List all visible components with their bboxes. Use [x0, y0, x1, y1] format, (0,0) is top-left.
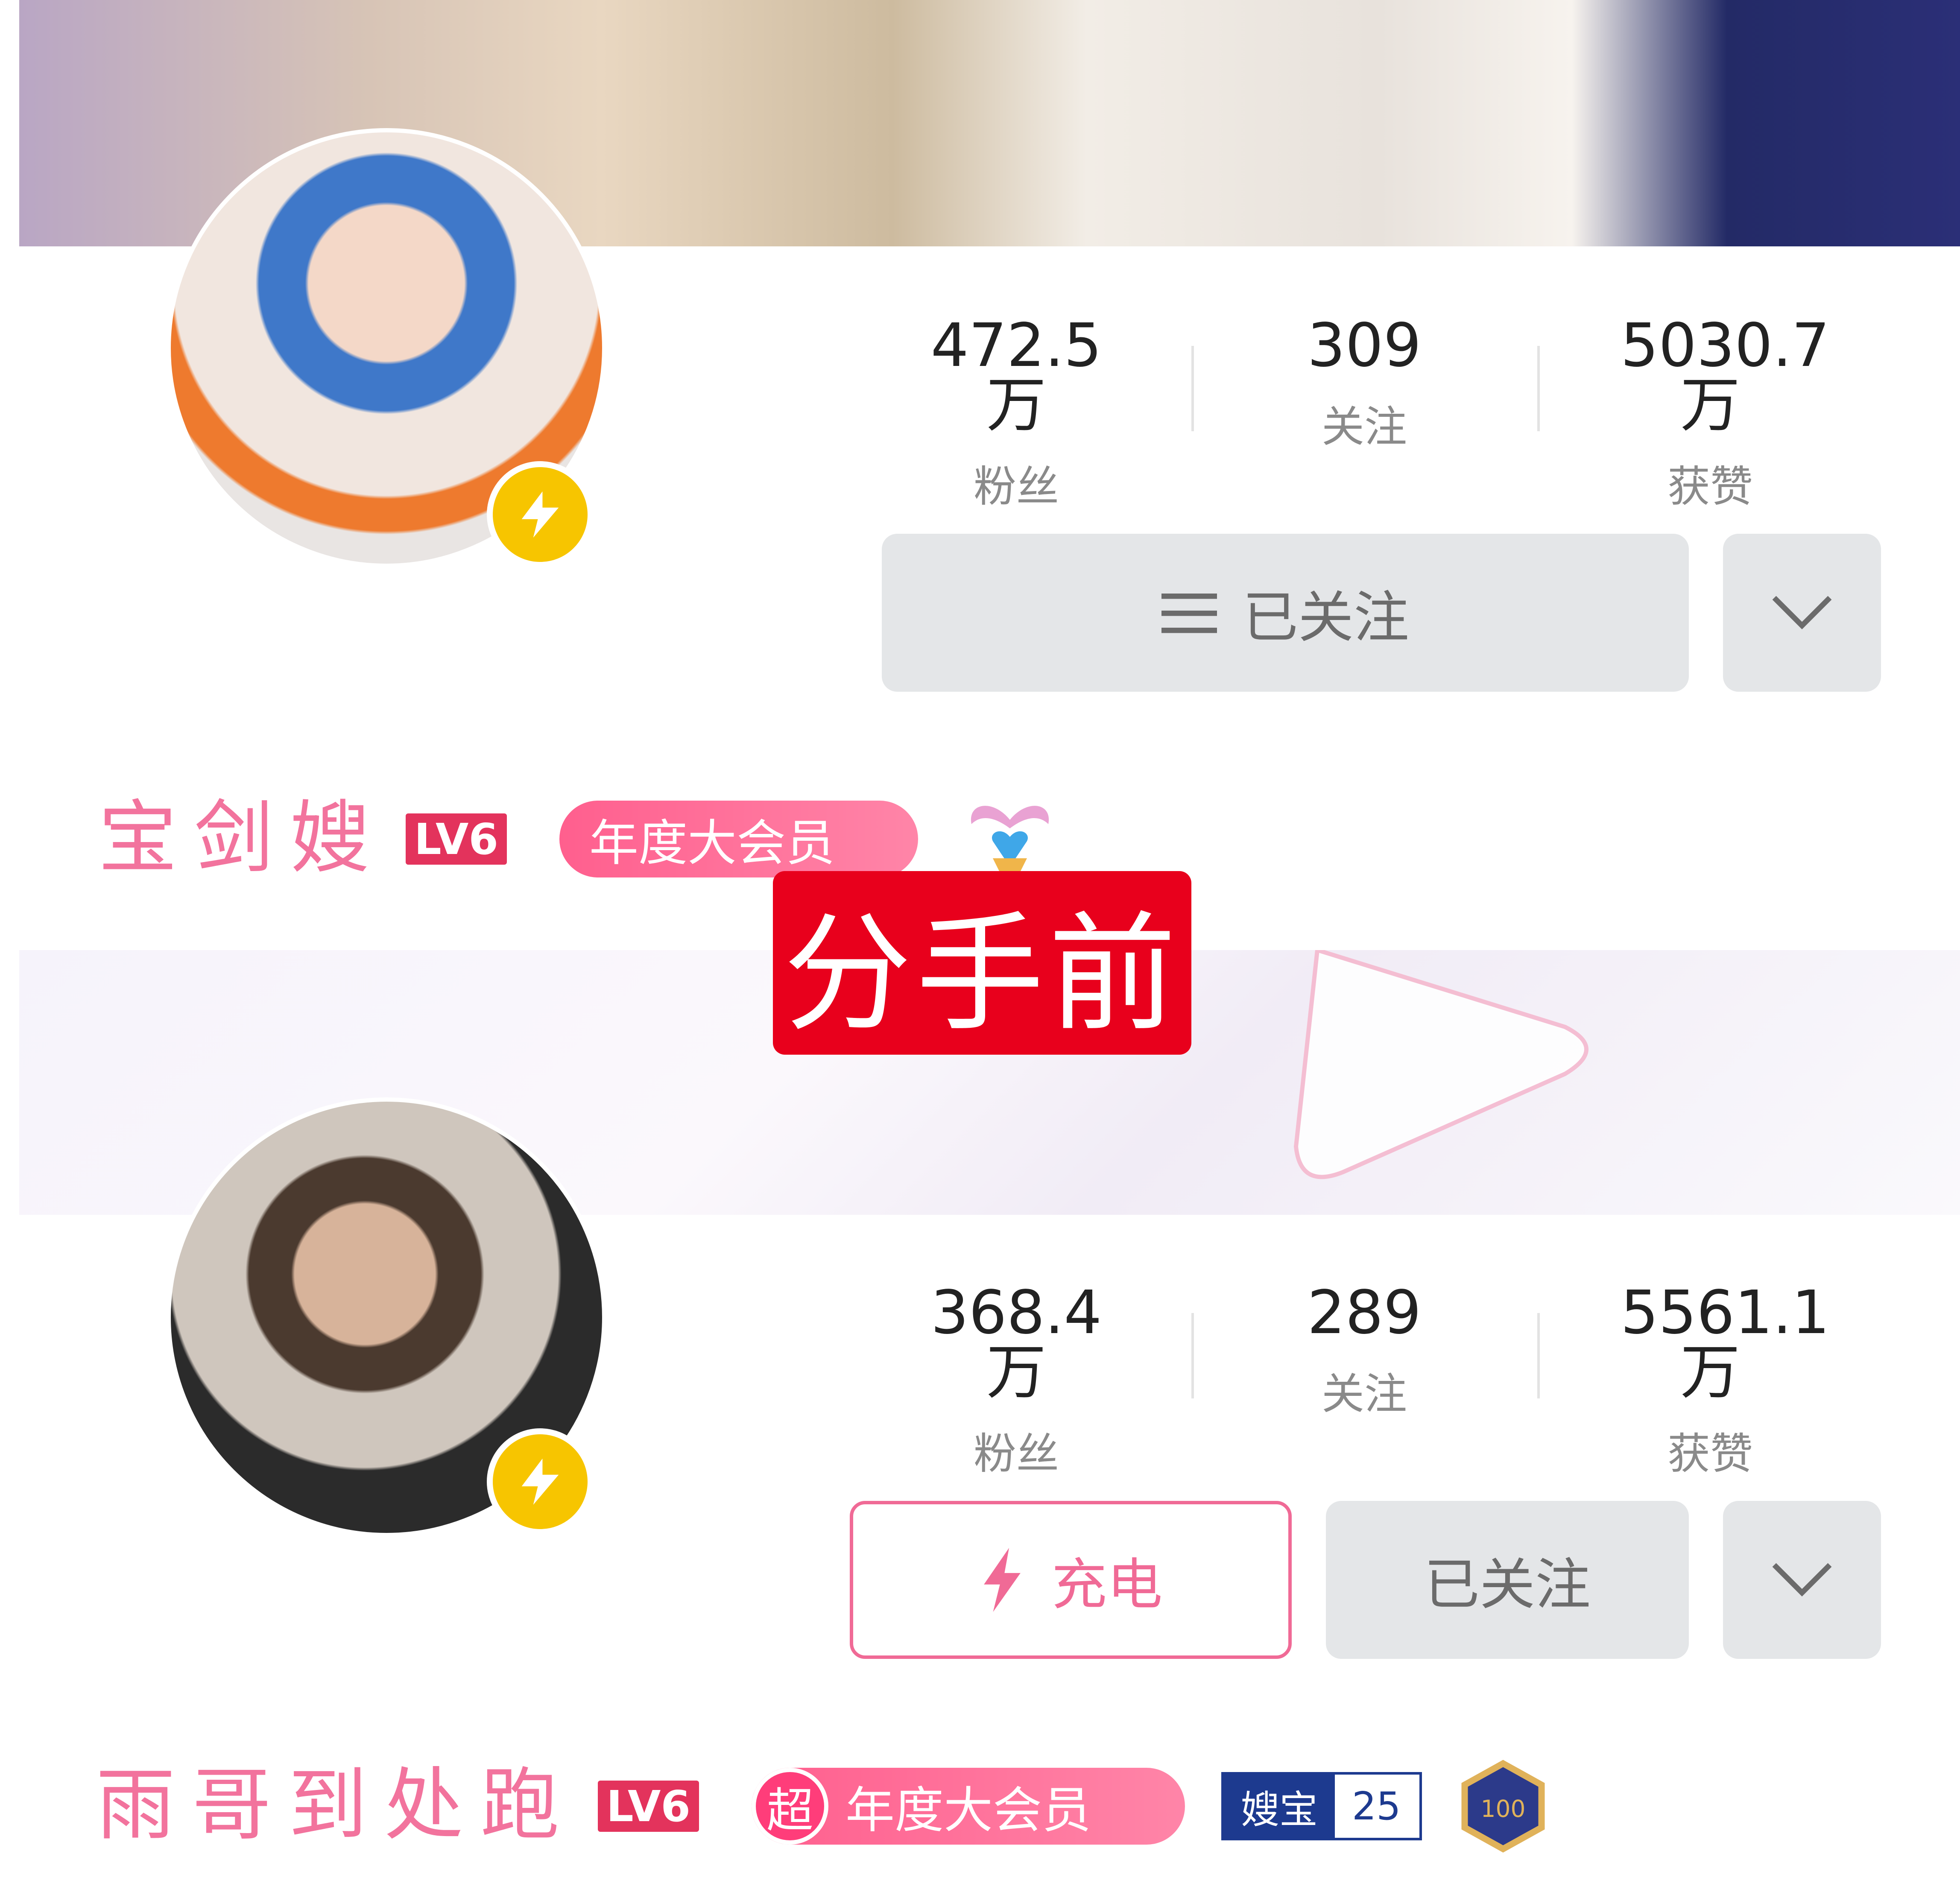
- likes-label: 获赞: [1667, 462, 1753, 512]
- following-label: 关注: [1322, 402, 1407, 452]
- bolt-icon: [521, 1458, 559, 1505]
- charge-label: 充电: [1051, 1552, 1163, 1617]
- more-dropdown-button[interactable]: [1723, 534, 1881, 692]
- likes-label: 获赞: [1667, 1429, 1753, 1479]
- stat-followers[interactable]: 472.5万 粉丝: [927, 316, 1106, 508]
- level-badge: LV6: [598, 1781, 699, 1832]
- fan-medal-badge[interactable]: 嫂宝 25: [1221, 1772, 1422, 1840]
- fan-medal-level: 25: [1335, 1775, 1418, 1838]
- followers-label: 粉丝: [974, 462, 1059, 512]
- following-label: 关注: [1322, 1369, 1407, 1419]
- username: 宝剑嫂: [98, 792, 386, 884]
- stat-divider: [1191, 1313, 1194, 1398]
- likes-count: 5561.1万: [1621, 1278, 1830, 1407]
- menu-icon: [1161, 594, 1217, 633]
- username: 雨哥到处跑: [96, 1759, 576, 1851]
- stat-divider: [1537, 1313, 1540, 1398]
- vip-label: 年度大会员: [845, 1782, 1091, 1839]
- chevron-down-icon: [1772, 1563, 1832, 1597]
- following-count: 289: [1307, 1278, 1422, 1348]
- followers-label: 粉丝: [974, 1429, 1059, 1479]
- level-badge: LV6: [406, 813, 507, 865]
- followers-count: 368.4万: [930, 1278, 1102, 1407]
- stat-divider: [1191, 346, 1194, 431]
- following-count: 309: [1307, 311, 1422, 380]
- stat-following[interactable]: 309 关注: [1275, 316, 1454, 448]
- bolt-icon: [521, 491, 559, 538]
- vip-label: 年度大会员: [589, 815, 835, 872]
- bolt-icon: [984, 1548, 1021, 1612]
- more-dropdown-button[interactable]: [1723, 1501, 1881, 1659]
- likes-count: 5030.7万: [1621, 311, 1830, 440]
- stat-followers[interactable]: 368.4万 粉丝: [927, 1283, 1106, 1475]
- stat-likes: 5561.1万 获赞: [1621, 1278, 1830, 1479]
- super-vip-mark: 超: [752, 1768, 828, 1845]
- charging-badge: [487, 1428, 594, 1535]
- wings-heart-icon: [963, 794, 1057, 881]
- charging-badge: [487, 461, 594, 568]
- chevron-down-icon: [1772, 596, 1832, 629]
- profile-card-before: 472.5万 粉丝 309 关注 5030.7万 获赞 已关注 宝剑嫂 LV6 …: [0, 0, 1960, 939]
- fan-medal-name: 嫂宝: [1224, 1775, 1335, 1838]
- stat-divider: [1537, 346, 1540, 431]
- stat-likes: 5030.7万 获赞: [1621, 311, 1830, 512]
- followed-button[interactable]: 已关注: [882, 534, 1689, 692]
- charge-button[interactable]: 充电: [850, 1501, 1292, 1659]
- stat-following[interactable]: 289 关注: [1275, 1283, 1454, 1415]
- vip-badge[interactable]: 超 年度大会员: [752, 1768, 1185, 1845]
- followed-button[interactable]: 已关注: [1326, 1501, 1689, 1659]
- followed-label: 已关注: [1424, 1552, 1591, 1617]
- profile-card-after: 368.4万 粉丝 289 关注 5561.1万 获赞 充电 已关注 雨哥到处跑…: [0, 939, 1960, 1898]
- before-breakup-label: 分手前: [773, 871, 1191, 1055]
- medal-100-icon: 100: [1456, 1759, 1550, 1853]
- followed-label: 已关注: [1242, 585, 1409, 650]
- medal-text: 100: [1481, 1795, 1526, 1822]
- followers-count: 472.5万: [930, 311, 1102, 440]
- vip-badge[interactable]: 年度大会员: [559, 801, 918, 877]
